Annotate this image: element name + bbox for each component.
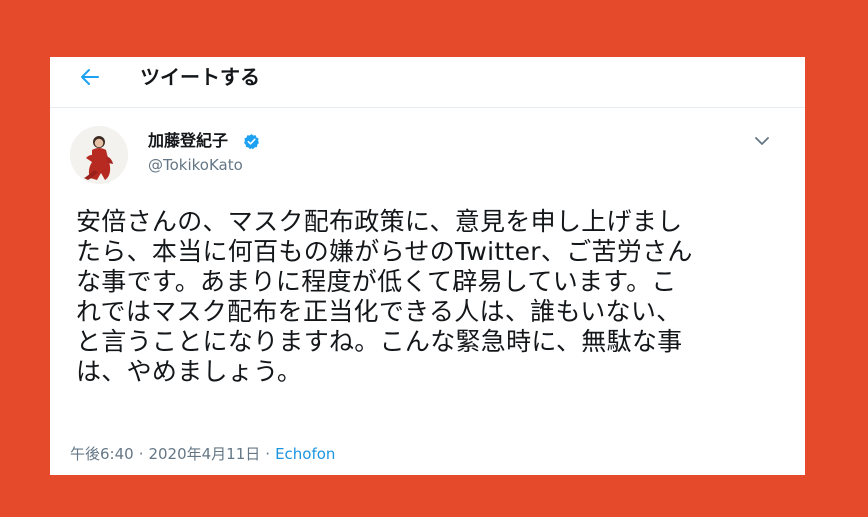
- page-title: ツイートする: [140, 65, 260, 89]
- back-arrow-icon[interactable]: [78, 65, 102, 89]
- tweet-header: ツイートする: [50, 57, 805, 108]
- avatar-image: [70, 126, 128, 184]
- chevron-down-icon[interactable]: [752, 131, 772, 151]
- tweet-card: ツイートする 加藤登紀子 @TokikoKato 安倍さんの、マスク配布政策に、…: [50, 57, 805, 475]
- separator: ·: [138, 445, 144, 463]
- tweet-time[interactable]: 午後6:40: [70, 445, 134, 463]
- verified-badge-icon: [244, 134, 259, 150]
- tweet-source-link[interactable]: Echofon: [275, 445, 335, 463]
- user-handle[interactable]: @TokikoKato: [148, 155, 243, 175]
- tweet-date[interactable]: 2020年4月11日: [148, 445, 260, 463]
- tweet-text: 安倍さんの、マスク配布政策に、意見を申し上げまし たら、本当に何百もの嫌がらせの…: [76, 207, 693, 386]
- avatar[interactable]: [70, 126, 128, 184]
- tweet-metadata: 午後6:40 · 2020年4月11日 · Echofon: [70, 444, 335, 464]
- display-name[interactable]: 加藤登紀子: [148, 131, 228, 151]
- separator: ·: [265, 445, 271, 463]
